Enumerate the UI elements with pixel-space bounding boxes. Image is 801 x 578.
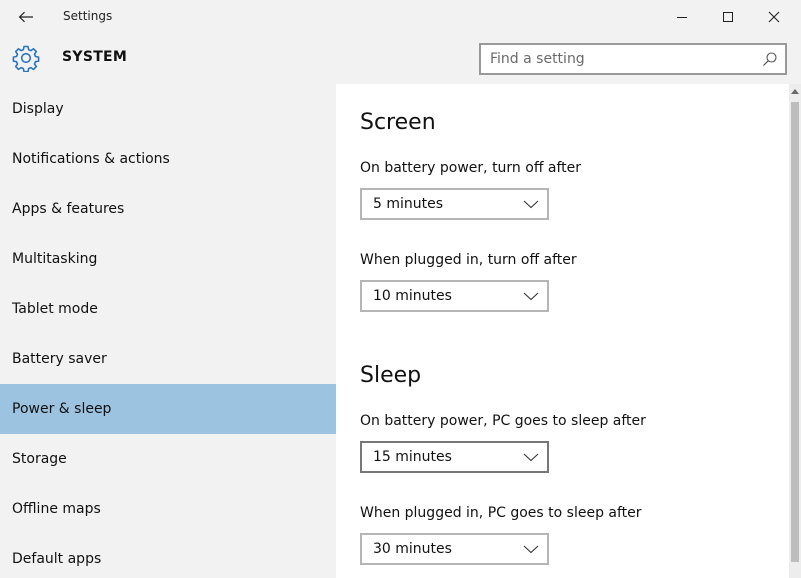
dropdown-value: 10 minutes — [373, 288, 452, 304]
sidebar-item-label: Multitasking — [12, 251, 98, 267]
maximize-icon — [723, 12, 733, 22]
main-content: Screen On battery power, turn off after … — [336, 84, 801, 578]
section-title: SYSTEM — [62, 49, 128, 65]
sleep-plugged-label: When plugged in, PC goes to sleep after — [360, 505, 642, 521]
search-box[interactable] — [479, 43, 787, 75]
sidebar-item-label: Tablet mode — [12, 301, 98, 317]
sidebar-item-label: Offline maps — [12, 501, 101, 517]
gear-icon — [12, 45, 40, 72]
sidebar-item-power-sleep[interactable]: Power & sleep — [0, 384, 336, 434]
sidebar-item-label: Apps & features — [12, 201, 125, 217]
title-bar: Settings — [0, 0, 801, 34]
back-arrow-icon — [18, 11, 33, 23]
sidebar-item-battery-saver[interactable]: Battery saver — [0, 334, 336, 384]
sidebar-item-storage[interactable]: Storage — [0, 434, 336, 484]
scrollbar-thumb[interactable] — [791, 102, 799, 562]
sidebar-item-default-apps[interactable]: Default apps — [0, 534, 336, 578]
minimize-icon — [677, 17, 687, 18]
sidebar-item-display[interactable]: Display — [0, 84, 336, 134]
sleep-section-title: Sleep — [360, 363, 422, 388]
minimize-button[interactable] — [659, 2, 705, 32]
screen-section-title: Screen — [360, 110, 436, 135]
sidebar-item-tablet-mode[interactable]: Tablet mode — [0, 284, 336, 334]
search-icon[interactable] — [762, 51, 778, 67]
sidebar-item-multitasking[interactable]: Multitasking — [0, 234, 336, 284]
close-button[interactable] — [751, 2, 797, 32]
sidebar-item-label: Notifications & actions — [12, 151, 170, 167]
sidebar-item-label: Battery saver — [12, 351, 107, 367]
sidebar-item-label: Default apps — [12, 551, 102, 567]
chevron-down-icon — [523, 545, 539, 554]
vertical-scrollbar[interactable] — [789, 84, 801, 578]
chevron-down-icon — [523, 200, 539, 209]
close-icon — [768, 11, 780, 23]
screen-plugged-label: When plugged in, turn off after — [360, 252, 577, 268]
chevron-down-icon — [523, 453, 539, 462]
dropdown-value: 5 minutes — [373, 196, 444, 212]
back-button[interactable] — [14, 6, 38, 28]
chevron-down-icon — [523, 292, 539, 301]
sidebar-item-apps-features[interactable]: Apps & features — [0, 184, 336, 234]
scroll-up-arrow-icon[interactable] — [791, 88, 799, 94]
settings-header: SYSTEM — [0, 34, 801, 84]
dropdown-value: 15 minutes — [373, 449, 452, 465]
screen-battery-dropdown[interactable]: 5 minutes — [360, 188, 549, 220]
sidebar-item-label: Display — [12, 101, 64, 117]
window-title: Settings — [63, 9, 113, 23]
maximize-button[interactable] — [705, 2, 751, 32]
search-input[interactable] — [481, 45, 751, 73]
sidebar: Display Notifications & actions Apps & f… — [0, 84, 336, 578]
dropdown-value: 30 minutes — [373, 541, 452, 557]
sidebar-item-label: Storage — [12, 451, 67, 467]
sidebar-item-offline-maps[interactable]: Offline maps — [0, 484, 336, 534]
sleep-battery-dropdown[interactable]: 15 minutes — [360, 441, 549, 473]
sleep-battery-label: On battery power, PC goes to sleep after — [360, 413, 646, 429]
screen-plugged-dropdown[interactable]: 10 minutes — [360, 280, 549, 312]
screen-battery-label: On battery power, turn off after — [360, 160, 582, 176]
sidebar-item-label: Power & sleep — [12, 401, 112, 417]
sleep-plugged-dropdown[interactable]: 30 minutes — [360, 533, 549, 565]
sidebar-item-notifications[interactable]: Notifications & actions — [0, 134, 336, 184]
